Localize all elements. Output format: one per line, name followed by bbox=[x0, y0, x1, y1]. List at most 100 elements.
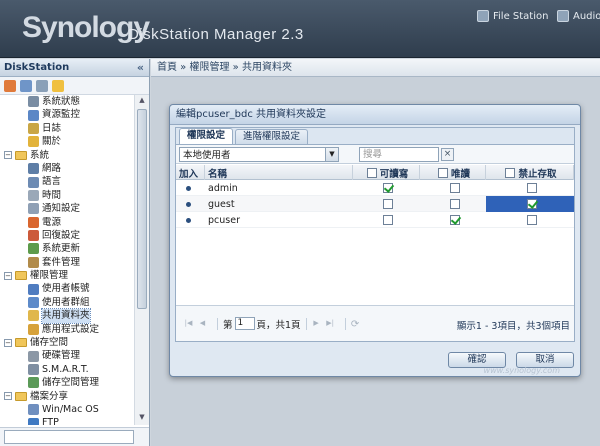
collapse-toggle-icon[interactable]: − bbox=[4, 151, 12, 160]
column-read-write: 可讀寫 bbox=[353, 165, 420, 180]
deny-access-checkbox[interactable] bbox=[526, 199, 537, 209]
read-only-checkbox[interactable] bbox=[449, 199, 460, 209]
sidebar-item[interactable]: S.M.A.R.T. bbox=[0, 363, 134, 376]
sidebar-item[interactable]: 套件管理 bbox=[0, 256, 134, 269]
tab-permissions[interactable]: 權限設定 bbox=[179, 128, 234, 144]
first-page-icon[interactable]: |◀ bbox=[184, 319, 193, 328]
read-only-checkbox[interactable] bbox=[449, 215, 460, 225]
dialog-body: 權限設定 進階權限設定 本地使用者 ▼ 搜尋 × 加入 名稱 可讀寫 唯讀 禁止… bbox=[175, 127, 575, 342]
folder-icon bbox=[15, 271, 27, 281]
read-only-checkbox[interactable] bbox=[449, 183, 460, 193]
read-write-checkbox[interactable] bbox=[383, 183, 393, 193]
audio-station-link[interactable]: Audio S bbox=[557, 10, 600, 22]
collapse-sidebar-icon[interactable]: « bbox=[137, 59, 144, 77]
sidebar-item[interactable]: 使用者群組 bbox=[0, 296, 134, 309]
tree-group[interactable]: − 檔案分享 bbox=[0, 390, 134, 403]
user-name-cell: admin bbox=[208, 182, 238, 194]
sidebar-item[interactable]: 資源監控 bbox=[0, 108, 134, 121]
sidebar-item[interactable]: 硬碟管理 bbox=[0, 349, 134, 362]
pager-info: 顯示1 - 3項目，共3個項目 bbox=[456, 321, 570, 332]
tab-advanced-permissions[interactable]: 進階權限設定 bbox=[235, 129, 309, 144]
scroll-thumb[interactable] bbox=[137, 109, 147, 309]
deny-access-checkbox[interactable] bbox=[526, 183, 537, 193]
previous-page-icon[interactable]: ◀ bbox=[198, 319, 207, 328]
read-write-checkbox[interactable] bbox=[383, 215, 393, 225]
sidebar-item[interactable]: 儲存空間管理 bbox=[0, 376, 134, 389]
sidebar-item[interactable]: 日誌 bbox=[0, 122, 134, 135]
tree-group[interactable]: − 系統 bbox=[0, 149, 134, 162]
sidebar-item[interactable]: 應用程式設定 bbox=[0, 323, 134, 336]
select-all-deny-checkbox[interactable] bbox=[505, 167, 516, 178]
tree-group[interactable]: − 儲存空間 bbox=[0, 336, 134, 349]
sidebar-scrollbar[interactable]: ▲ ▼ bbox=[134, 95, 149, 425]
file-station-link[interactable]: File Station bbox=[477, 10, 548, 22]
clear-search-icon[interactable]: × bbox=[441, 147, 454, 161]
search-input[interactable]: 搜尋 bbox=[359, 146, 439, 162]
sidebar-item[interactable]: FTP bbox=[0, 416, 134, 425]
sidebar-item[interactable]: 語言 bbox=[0, 175, 134, 188]
deny-access-checkbox[interactable] bbox=[526, 215, 537, 225]
collapse-toggle-icon[interactable]: − bbox=[4, 392, 12, 401]
main-area: 首頁 » 權限管理 » 共用資料夾 編輯pcuser_bdc 共用資料夾設定 權… bbox=[151, 59, 600, 446]
sidebar-item[interactable]: Win/Mac OS bbox=[0, 403, 134, 416]
last-page-icon[interactable]: ▶| bbox=[326, 319, 335, 328]
scroll-down-icon[interactable]: ▼ bbox=[137, 413, 147, 424]
member-dot-icon bbox=[186, 185, 191, 191]
table-row[interactable]: admin bbox=[176, 180, 574, 196]
sidebar-item[interactable]: 通知設定 bbox=[0, 202, 134, 215]
clock-icon bbox=[28, 189, 39, 201]
favorite-star-icon[interactable] bbox=[52, 79, 64, 92]
collapse-toggle-icon[interactable]: − bbox=[4, 271, 12, 280]
sidebar-item[interactable]: 關於 bbox=[0, 135, 134, 148]
network-icon bbox=[28, 163, 39, 175]
user-source-select[interactable]: 本地使用者 ▼ bbox=[179, 146, 339, 162]
language-icon bbox=[28, 176, 39, 188]
column-join: 加入 bbox=[176, 165, 205, 180]
file-station-icon bbox=[477, 10, 489, 22]
search-wrap: 搜尋 × bbox=[359, 146, 454, 162]
read-write-checkbox[interactable] bbox=[383, 199, 393, 209]
folder-icon bbox=[15, 391, 27, 401]
column-read-only: 唯讀 bbox=[420, 165, 486, 180]
sidebar-search-input[interactable] bbox=[4, 430, 134, 444]
group-icon bbox=[28, 297, 39, 309]
folder-icon bbox=[15, 150, 27, 160]
power-icon bbox=[28, 216, 39, 228]
sidebar-item[interactable]: 電源 bbox=[0, 216, 134, 229]
scroll-up-icon[interactable]: ▲ bbox=[137, 96, 147, 107]
info-icon bbox=[28, 136, 39, 148]
home-icon[interactable] bbox=[4, 79, 16, 92]
chevron-down-icon[interactable]: ▼ bbox=[325, 147, 338, 161]
collapse-toggle-icon[interactable]: − bbox=[4, 338, 12, 347]
sidebar-item[interactable]: 回復設定 bbox=[0, 229, 134, 242]
dialog-tabs: 權限設定 進階權限設定 bbox=[176, 128, 574, 145]
sidebar-item[interactable]: 系統狀態 bbox=[0, 95, 134, 108]
select-all-read-write-checkbox[interactable] bbox=[366, 167, 377, 178]
user-name-cell: pcuser bbox=[208, 214, 240, 226]
app-header: Synology DiskStation Manager 2.3 File St… bbox=[0, 0, 600, 58]
table-row[interactable]: guest bbox=[176, 196, 574, 212]
member-dot-icon bbox=[186, 217, 191, 223]
log-icon bbox=[28, 122, 39, 134]
window-icon[interactable] bbox=[36, 79, 48, 92]
sidebar-item[interactable]: 使用者帳號 bbox=[0, 282, 134, 295]
sidebar: DiskStation « 系統狀態 資源監控 日誌 關於 − 系統 網路 語言 時間 通知設定電… bbox=[0, 59, 150, 446]
member-dot-icon bbox=[186, 201, 191, 207]
expand-all-icon[interactable] bbox=[20, 79, 32, 92]
sidebar-item[interactable]: 網路 bbox=[0, 162, 134, 175]
page-number-input[interactable]: 1 bbox=[234, 317, 255, 330]
table-row[interactable]: pcuser bbox=[176, 212, 574, 228]
sidebar-item[interactable]: 時間 bbox=[0, 189, 134, 202]
ftp-icon bbox=[28, 417, 39, 425]
sidebar-item[interactable]: 共用資料夾 bbox=[0, 308, 134, 324]
smart-icon bbox=[28, 364, 39, 375]
audio-station-icon bbox=[557, 10, 569, 22]
folder-icon bbox=[15, 338, 27, 348]
refresh-icon[interactable]: ⟳ bbox=[351, 319, 360, 330]
sidebar-toolbar bbox=[0, 77, 149, 95]
tree-group[interactable]: − 權限管理 bbox=[0, 269, 134, 282]
select-all-read-only-checkbox[interactable] bbox=[437, 167, 448, 178]
sidebar-item[interactable]: 系統更新 bbox=[0, 242, 134, 255]
column-name: 名稱 bbox=[205, 165, 353, 180]
next-page-icon[interactable]: ▶ bbox=[312, 319, 321, 328]
